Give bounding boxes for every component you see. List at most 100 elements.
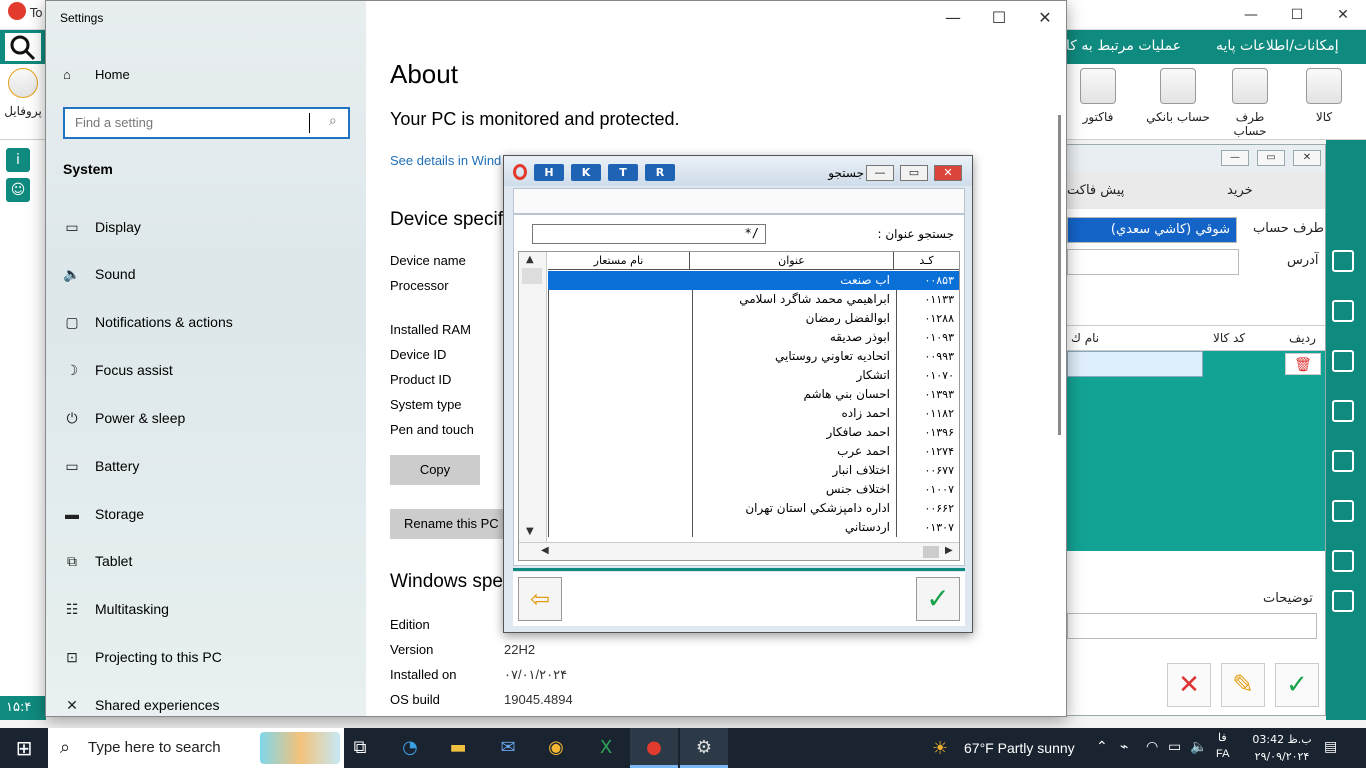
toolbar-goods[interactable]: كالا [1294,68,1354,124]
weather-icon[interactable]: ☀ [932,738,948,759]
chrome-icon[interactable]: ◉ [532,728,580,768]
volume-icon[interactable]: 🔈 [1190,738,1207,755]
col-title-header[interactable]: عنوان [690,252,894,270]
table-row[interactable]: ۰۰۶۷۷ اختلاف انبار [548,461,959,480]
form-maximize-button[interactable]: ▭ [1257,150,1285,166]
minimize-button[interactable]: — [1228,0,1274,30]
app-search-button[interactable] [4,32,42,62]
edge-icon[interactable]: ◔ [386,728,434,768]
dialog-minimize-button[interactable]: — [866,165,894,181]
maximize-button[interactable]: ☐ [976,1,1022,35]
toolbar-account-party[interactable]: طرف حساب [1220,68,1280,138]
chevron-down-icon[interactable]: ▼ [526,526,534,537]
table-row[interactable]: ۰۰۸۵۳ اب صنعت [548,271,959,290]
menu-operations[interactable]: عمليات مرتبط به كا [1066,38,1181,54]
toolbar-profile[interactable]: پروفايل [0,68,46,118]
table-row[interactable]: ۰۱۰۹۳ ابوذر صديقه [548,328,959,347]
scroll-thumb[interactable] [923,546,939,558]
table-row[interactable]: ۰۰۹۹۳ اتحاديه تعاوني روستايي [548,347,959,366]
tab-proforma[interactable]: پيش فاكت [1067,183,1124,198]
home-link[interactable]: ⌂ Home [63,67,130,82]
account-field[interactable]: شوقي (كاشي سعدي) [1067,217,1237,243]
clock[interactable]: ب.ظ 03:42 ۲۹/۰۹/۲۰۲۴ [1250,731,1314,765]
table-row[interactable]: ۰۱۱۳۳ ابراهيمي محمد شاگرد اسلامي [548,290,959,309]
table-horizontal-scrollbar[interactable]: ◀ ▶ [519,542,959,560]
nav-shared-experiences[interactable]: ✕ Shared experiences [63,697,219,714]
weather-text[interactable]: 67°F Partly sunny [964,740,1075,756]
form-minimize-button[interactable]: — [1221,150,1249,166]
nav-focus-assist[interactable]: ☽ Focus assist [63,362,173,379]
toolbar-bank-account[interactable]: حساب بانكي [1138,68,1218,124]
table-row[interactable]: ۰۱۲۷۴ احمد عرب [548,442,959,461]
file-explorer-icon[interactable]: ▬ [434,728,482,768]
menu-basic-info[interactable]: إمكانات/اطلاعات پايه [1216,38,1339,54]
input-language-alt[interactable]: فا [1218,731,1227,744]
table-row[interactable]: ۰۱۳۹۶ احمد صافكار [548,423,959,442]
cancel-icon[interactable]: ✕ [1167,663,1211,707]
toolbar-invoice[interactable]: فاكتور [1068,68,1128,124]
hotkey-h-button[interactable]: H [534,164,564,181]
table-row[interactable]: ۰۰۶۶۲ اداره دامپزشكي استان تهران [548,499,959,518]
nav-multitasking[interactable]: ☷ Multitasking [63,601,169,618]
confirm-icon[interactable]: ✓ [916,577,960,621]
notification-center-icon[interactable]: ▤ [1324,738,1337,755]
dialog-restore-button[interactable]: ▭ [900,165,928,181]
list-icon[interactable] [1332,400,1354,422]
table-row[interactable]: ۰۱۲۸۸ ابوالفضل رمضان [548,309,959,328]
dialog-close-button[interactable]: ✕ [934,165,962,181]
info-icon[interactable]: i [6,148,30,172]
edit-icon[interactable]: ✎ [1221,663,1265,707]
accounting-app-icon[interactable]: ● [630,728,678,768]
user-support-icon[interactable]: ☺ [6,178,30,202]
chevron-left-icon[interactable]: ◀ [541,545,549,556]
mail-icon[interactable]: ✉ [484,728,532,768]
taskbar-search-box[interactable]: ⌕ Type here to search [48,728,344,768]
table-row[interactable]: ۰۱۱۸۲ احمد زاده [548,404,959,423]
hotkey-k-button[interactable]: K [571,164,601,181]
maximize-button[interactable]: ☐ [1274,0,1320,30]
network-icon[interactable]: ⌁ [1120,738,1128,755]
excel-icon[interactable]: X [582,728,630,768]
nav-storage[interactable]: ▬ Storage [63,506,144,522]
grid-edit-row[interactable] [1067,351,1203,377]
list-icon[interactable] [1332,350,1354,372]
wifi-icon[interactable]: ◠ [1146,738,1158,755]
items-grid[interactable] [1067,351,1325,551]
table-row[interactable]: ۰۱۳۹۳ احسان بني هاشم [548,385,959,404]
nav-projecting[interactable]: ⊡ Projecting to this PC [63,649,222,666]
table-row[interactable]: ۰۱۰۷۰ اتشكار [548,366,959,385]
copy-button[interactable]: Copy [390,455,480,485]
minimize-button[interactable]: — [930,1,976,35]
col-alias-header[interactable]: نام مستعار [548,252,690,270]
list-icon[interactable] [1332,450,1354,472]
list-icon[interactable] [1332,250,1354,272]
hotkey-r-button[interactable]: R [645,164,675,181]
find-setting-input[interactable]: Find a setting ⌕ [63,107,350,139]
close-button[interactable]: ✕ [1320,0,1366,30]
search-title-input[interactable]: */ [532,224,766,244]
chevron-right-icon[interactable]: ▶ [945,545,953,556]
list-icon[interactable] [1332,500,1354,522]
trash-icon[interactable]: 🗑 [1285,353,1321,375]
address-field[interactable] [1067,249,1239,275]
form-close-button[interactable]: ✕ [1293,150,1321,166]
table-vertical-scrollbar[interactable]: ▲ ▼ [519,252,547,542]
input-language[interactable]: FA [1216,748,1229,760]
nav-tablet[interactable]: ⧉ Tablet [63,553,132,570]
notes-dropdown[interactable] [1067,613,1317,639]
settings-gear-icon[interactable]: ⚙ [680,728,728,768]
tab-purchase[interactable]: خريد [1227,183,1253,198]
close-button[interactable]: ✕ [1022,1,1068,35]
nav-power-sleep[interactable]: ⏻ Power & sleep [63,410,185,427]
task-view-icon[interactable]: ⧉ [336,728,384,768]
table-row[interactable]: ۰۱۰۰۷ اختلاف جنس [548,480,959,499]
chevron-up-icon[interactable]: ⌃ [1096,738,1108,755]
nav-battery[interactable]: ▭ Battery [63,458,139,475]
hotkey-t-button[interactable]: T [608,164,638,181]
exit-icon[interactable]: ⇦ [518,577,562,621]
nav-display[interactable]: ▭ Display [63,219,141,236]
list-icon[interactable] [1332,550,1354,572]
windows-start-icon[interactable]: ⊞ [0,728,48,768]
see-details-link[interactable]: See details in Wind [390,153,501,168]
nav-sound[interactable]: 🔈 Sound [63,266,135,283]
